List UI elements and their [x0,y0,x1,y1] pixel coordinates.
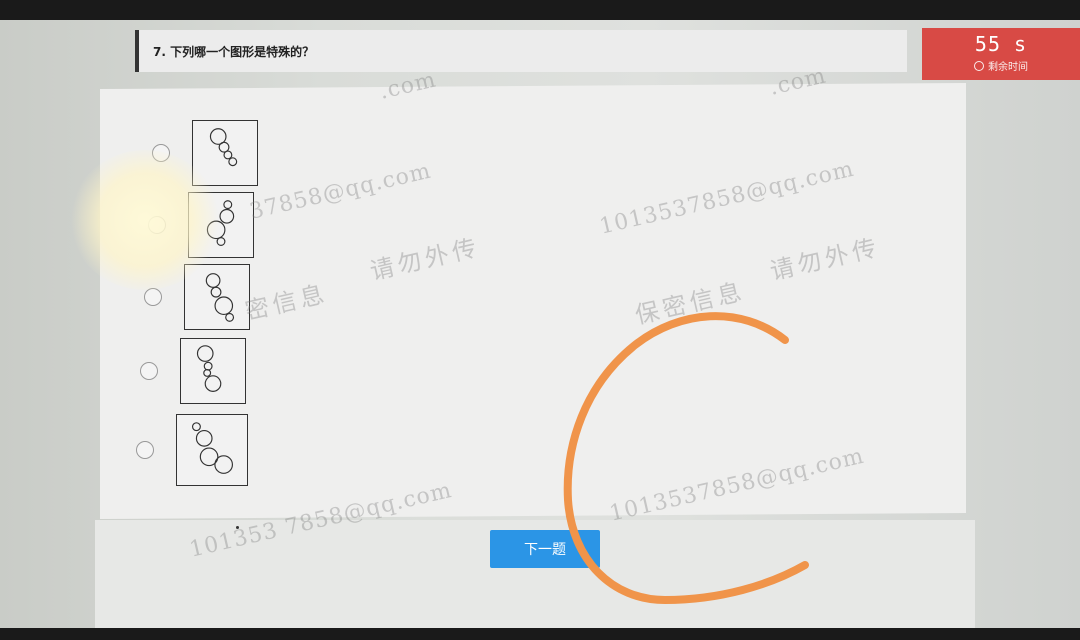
option-c-radio[interactable] [144,288,162,306]
option-e-radio[interactable] [136,441,154,459]
option-e[interactable] [136,414,248,486]
option-a-figure [192,120,258,186]
option-b-radio[interactable] [148,216,166,234]
option-d-figure [180,338,246,404]
bottom-bezel [0,628,1080,640]
option-a-radio[interactable] [152,144,170,162]
circles-figure-e [191,422,233,474]
option-a[interactable] [152,120,258,186]
timer-label-row: 剩余时间 [922,58,1080,73]
question-text: 7. 下列哪一个图形是特殊的？ [153,44,315,59]
next-question-button[interactable]: 下一题 [490,530,600,568]
timer-value: 55 s [974,32,1028,56]
option-b[interactable] [148,192,254,258]
option-b-figure [188,192,254,258]
option-d-radio[interactable] [140,362,158,380]
option-e-figure [176,414,248,486]
circles-figure-d [196,345,222,392]
option-c[interactable] [144,264,250,330]
timer-label: 剩余时间 [988,62,1028,73]
clock-icon [974,61,984,71]
circles-figure-b [206,200,235,246]
circles-figure-a [209,128,238,167]
question-title: 7. 下列哪一个图形是特殊的？ [135,30,907,72]
option-c-figure [184,264,250,330]
option-d[interactable] [140,338,246,404]
countdown-timer: 55 s 剩余时间 [922,28,1080,80]
circles-figure-c [205,273,235,322]
screen-dot [236,526,239,529]
